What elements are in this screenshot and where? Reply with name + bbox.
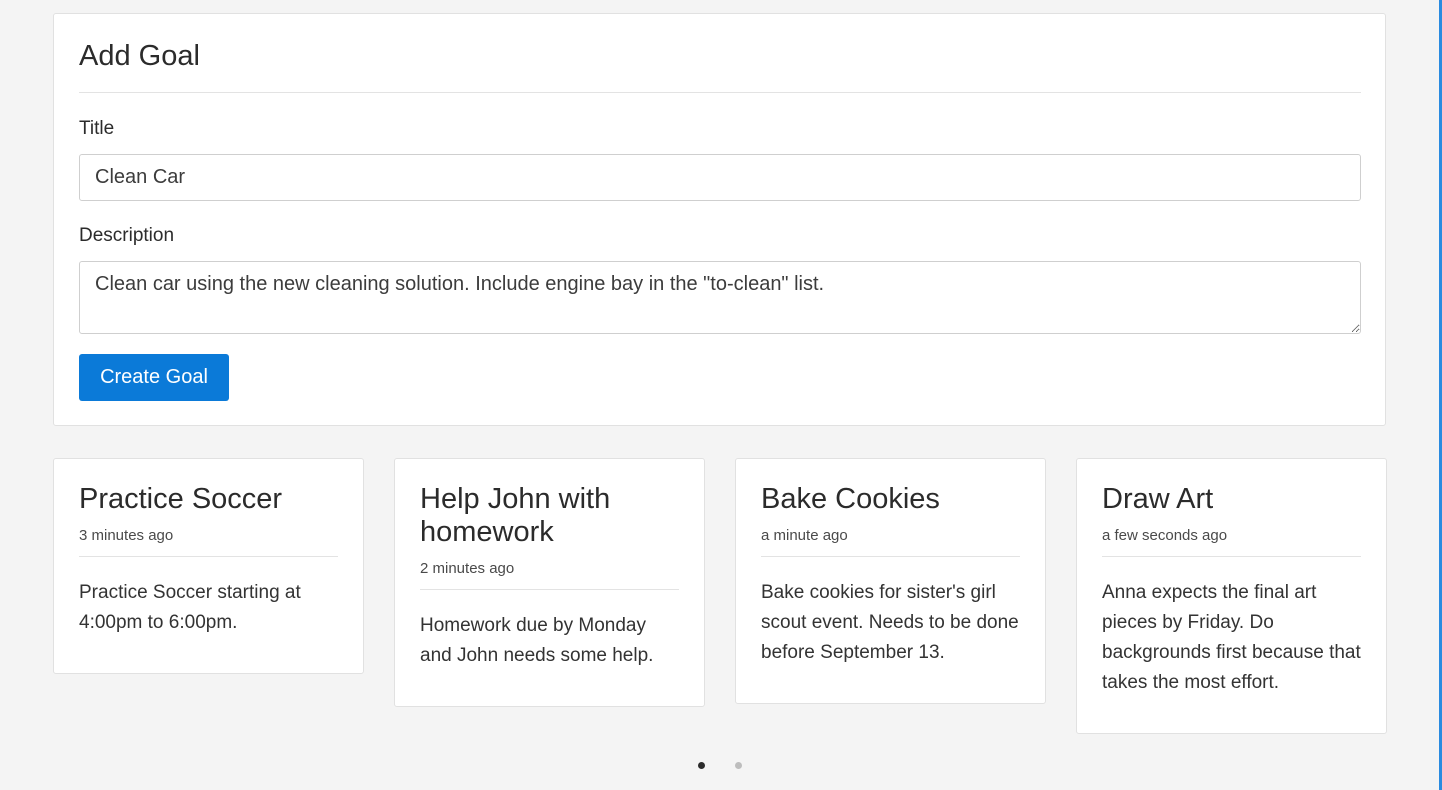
goal-card: Practice Soccer 3 minutes ago Practice S… <box>53 458 364 674</box>
goal-description: Practice Soccer starting at 4:00pm to 6:… <box>79 582 301 633</box>
description-textarea[interactable]: Clean car using the new cleaning solutio… <box>79 261 1361 334</box>
goal-timestamp: a minute ago <box>761 527 848 544</box>
goal-divider <box>79 556 338 557</box>
goal-title: Bake Cookies <box>761 483 940 515</box>
goal-description: Bake cookies for sister's girl scout eve… <box>761 582 1019 663</box>
goal-timestamp: a few seconds ago <box>1102 527 1228 544</box>
carousel-dot-active[interactable] <box>698 762 705 769</box>
carousel-pagination <box>698 762 748 770</box>
goal-timestamp: 2 minutes ago <box>420 560 515 577</box>
goal-title: Practice Soccer <box>79 483 283 515</box>
goal-divider <box>420 589 679 590</box>
create-goal-button[interactable]: Create Goal <box>79 354 229 401</box>
goal-title: Draw Art <box>1102 483 1214 515</box>
carousel-dot[interactable] <box>735 762 742 769</box>
goal-title: Help John with homework <box>420 483 611 548</box>
goal-card: Draw Art a few seconds ago Anna expects … <box>1076 458 1387 734</box>
goal-card: Help John with homework 2 minutes ago Ho… <box>394 458 705 707</box>
description-label: Description <box>79 225 175 246</box>
goal-description: Homework due by Monday and John needs so… <box>420 615 654 666</box>
form-divider <box>79 92 1361 93</box>
goal-timestamp: 3 minutes ago <box>79 527 174 544</box>
goal-divider <box>761 556 1020 557</box>
form-heading: Add Goal <box>79 40 200 72</box>
add-goal-form: Add Goal Title Description Clean car usi… <box>53 13 1386 426</box>
title-label: Title <box>79 118 115 139</box>
goal-card: Bake Cookies a minute ago Bake cookies f… <box>735 458 1046 704</box>
goal-description: Anna expects the final art pieces by Fri… <box>1102 582 1361 693</box>
title-input[interactable] <box>79 154 1361 201</box>
goal-divider <box>1102 556 1361 557</box>
